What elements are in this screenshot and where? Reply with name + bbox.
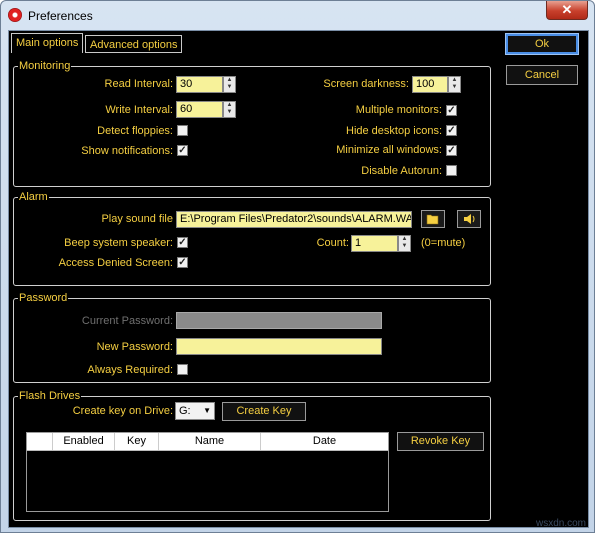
drive-select-value: G: — [179, 405, 191, 417]
table-header-key[interactable]: Key — [115, 433, 159, 450]
detect-floppies-checkbox[interactable] — [177, 125, 188, 136]
write-interval-input[interactable]: 60 — [176, 101, 223, 118]
disable-autorun-checkbox[interactable] — [446, 165, 457, 176]
tab-advanced-options[interactable]: Advanced options — [85, 35, 183, 53]
alarm-legend: Alarm — [19, 191, 48, 203]
show-notifications-checkbox[interactable]: ✓ — [177, 145, 188, 156]
play-sound-button[interactable] — [457, 210, 481, 228]
table-header: Enabled Key Name Date — [27, 433, 388, 451]
chevron-down-icon: ▼ — [203, 406, 211, 415]
current-password-input[interactable] — [176, 312, 382, 329]
create-key-on-drive-label: Create key on Drive: — [72, 405, 173, 417]
minimize-all-windows-checkbox[interactable]: ✓ — [446, 145, 457, 156]
screen-darkness-input[interactable]: 100 — [412, 76, 448, 93]
access-denied-label: Access Denied Screen: — [58, 257, 173, 269]
beep-speaker-checkbox[interactable]: ✓ — [177, 237, 188, 248]
new-password-label: New Password: — [96, 341, 173, 353]
password-legend: Password — [19, 292, 68, 304]
play-sound-label: Play sound file — [101, 213, 173, 225]
table-header-enabled[interactable]: Enabled — [53, 433, 115, 450]
speaker-icon — [464, 214, 475, 224]
count-spinner[interactable]: ▲ ▼ — [398, 235, 411, 252]
folder-icon — [426, 214, 439, 225]
watermark: wsxdn.com — [535, 518, 586, 529]
disable-autorun-label: Disable Autorun: — [361, 165, 442, 177]
current-password-label: Current Password: — [81, 315, 173, 327]
table-header-date[interactable]: Date — [261, 433, 388, 450]
title-bar[interactable]: Preferences ✕ — [1, 1, 594, 29]
close-button[interactable]: ✕ — [546, 1, 588, 20]
always-required-checkbox[interactable] — [177, 364, 188, 375]
always-required-label: Always Required: — [87, 364, 173, 376]
write-interval-label: Write Interval: — [105, 104, 173, 116]
read-interval-spinner[interactable]: ▲ ▼ — [223, 76, 236, 93]
multiple-monitors-checkbox[interactable]: ✓ — [446, 105, 457, 116]
tab-main-options[interactable]: Main options — [11, 33, 84, 53]
read-interval-input[interactable]: 30 — [176, 76, 223, 93]
create-key-button[interactable]: Create Key — [222, 402, 306, 421]
drive-select[interactable]: G: ▼ — [175, 402, 215, 420]
minimize-all-windows-label: Minimize all windows: — [336, 144, 442, 156]
count-input[interactable]: 1 — [351, 235, 398, 252]
screen-darkness-label: Screen darkness: — [323, 78, 409, 90]
read-interval-label: Read Interval: — [104, 78, 173, 90]
screen-darkness-spinner[interactable]: ▲ ▼ — [448, 76, 461, 93]
revoke-key-button[interactable]: Revoke Key — [397, 432, 484, 451]
table-header-name[interactable]: Name — [159, 433, 261, 450]
count-hint: (0=mute) — [421, 237, 466, 249]
app-logo-icon — [8, 8, 22, 22]
play-sound-input[interactable]: E:\Program Files\Predator2\sounds\ALARM.… — [176, 211, 412, 228]
ok-button[interactable]: Ok — [505, 33, 579, 55]
detect-floppies-label: Detect floppies: — [97, 125, 173, 137]
hide-desktop-icons-checkbox[interactable]: ✓ — [446, 125, 457, 136]
monitoring-legend: Monitoring — [19, 60, 71, 72]
new-password-input[interactable] — [176, 338, 382, 355]
cancel-button[interactable]: Cancel — [506, 65, 578, 85]
multiple-monitors-label: Multiple monitors: — [355, 104, 442, 116]
show-notifications-label: Show notifications: — [81, 145, 173, 157]
write-interval-spinner[interactable]: ▲ ▼ — [223, 101, 236, 118]
beep-speaker-label: Beep system speaker: — [64, 237, 173, 249]
flash-drives-table[interactable]: Enabled Key Name Date — [26, 432, 389, 512]
hide-desktop-icons-label: Hide desktop icons: — [346, 125, 442, 137]
access-denied-checkbox[interactable]: ✓ — [177, 257, 188, 268]
count-label: Count: — [316, 237, 349, 249]
table-header-select — [27, 433, 53, 450]
dialog-content: Main options Advanced options Ok Cancel … — [8, 30, 589, 528]
preferences-window: Preferences ✕ Main options Advanced opti… — [0, 0, 595, 533]
window-title: Preferences — [28, 9, 93, 23]
flash-drives-legend: Flash Drives — [19, 390, 81, 402]
browse-folder-button[interactable] — [421, 210, 445, 228]
